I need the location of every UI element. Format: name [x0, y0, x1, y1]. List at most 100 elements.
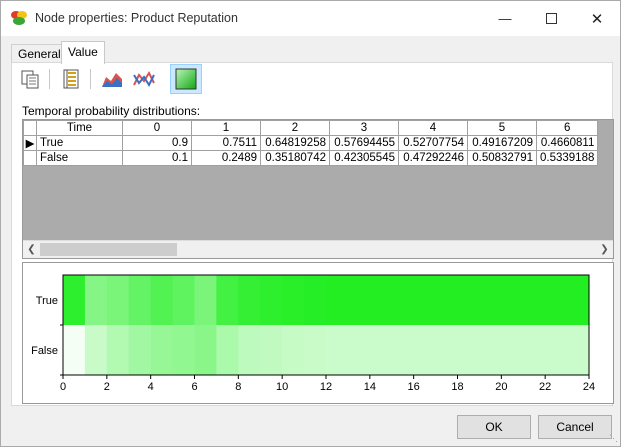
heatmap-cell	[150, 325, 174, 375]
table-cell[interactable]: 0.57694455	[329, 135, 399, 151]
line-chart-icon[interactable]	[130, 66, 158, 92]
table-header-row: Time 0 1 2 3 4 5 6	[23, 120, 599, 136]
table-cell[interactable]: 0.7511	[191, 135, 261, 151]
table-row[interactable]: ▶ True 0.9 0.7511 0.64819258 0.57694455 …	[23, 135, 599, 151]
tab-general[interactable]: General	[11, 44, 68, 63]
heatmap-cell	[304, 325, 327, 375]
heatmap-cell	[260, 325, 283, 375]
table-cell[interactable]: 0.4660811	[535, 135, 599, 151]
state-label: False	[36, 150, 123, 166]
heatmap-cell	[84, 325, 108, 375]
column-header[interactable]: 1	[191, 120, 261, 136]
table-view-icon[interactable]	[57, 66, 85, 92]
grid-caption: Temporal probability distributions:	[22, 104, 201, 118]
horizontal-scrollbar[interactable]: ❮ ❯	[23, 240, 613, 258]
heatmap-chart: True False 0 2 4 6 8 10 12 14 16 18 20 22 24	[22, 262, 614, 404]
heatmap-cell	[413, 325, 437, 375]
table-cell[interactable]: 0.2489	[191, 150, 261, 166]
state-axis-label: False	[31, 345, 58, 357]
column-header[interactable]: 2	[260, 120, 330, 136]
heatmap-cell	[128, 325, 152, 375]
column-header[interactable]: 4	[398, 120, 468, 136]
x-tick-label: 22	[539, 381, 551, 393]
heatmap-cell	[523, 275, 546, 325]
table-cell[interactable]: 0.5339188	[535, 150, 599, 166]
heatmap-cell	[457, 275, 480, 325]
heatmap-cell	[282, 275, 305, 325]
tab-value[interactable]: Value	[61, 41, 105, 64]
heatmap-cell	[150, 275, 174, 325]
cancel-button[interactable]: Cancel	[538, 415, 612, 439]
column-header[interactable]: 3	[329, 120, 399, 136]
table-cell[interactable]: 0.47292246	[398, 150, 468, 166]
heatmap-cell	[347, 275, 371, 325]
table-cell[interactable]: 0.9	[122, 135, 192, 151]
heatmap-cell	[63, 325, 86, 375]
x-tick-label: 20	[495, 381, 507, 393]
column-header[interactable]: Time	[36, 120, 123, 136]
scroll-right-icon[interactable]: ❯	[596, 241, 613, 258]
maximize-icon[interactable]	[528, 1, 574, 36]
probability-grid[interactable]: Time 0 1 2 3 4 5 6 ▶ True 0.9 0.7511 0.6…	[22, 119, 614, 259]
x-tick-label: 14	[364, 381, 376, 393]
table-cell[interactable]: 0.49167209	[467, 135, 537, 151]
heatmap-cell	[194, 275, 217, 325]
ok-button[interactable]: OK	[457, 415, 531, 439]
table-cell[interactable]: 0.52707754	[398, 135, 468, 151]
column-header[interactable]: 5	[467, 120, 537, 136]
heatmap-cell	[128, 275, 152, 325]
heatmap-cell	[545, 325, 568, 375]
column-header[interactable]: 6	[535, 120, 599, 136]
heatmap-cell	[63, 275, 86, 325]
heatmap-cell	[567, 275, 590, 325]
x-tick-label: 24	[583, 381, 595, 393]
table-row[interactable]: False 0.1 0.2489 0.35180742 0.42305545 0…	[23, 150, 599, 166]
heatmap-view-icon[interactable]	[170, 64, 202, 94]
heatmap-cell	[172, 275, 195, 325]
heatmap-cell	[391, 325, 415, 375]
table-cell[interactable]: 0.50832791	[467, 150, 537, 166]
corner-cell	[23, 120, 37, 136]
table-cell[interactable]: 0.42305545	[329, 150, 399, 166]
scroll-left-icon[interactable]: ❮	[23, 241, 40, 258]
scroll-thumb[interactable]	[40, 243, 177, 256]
state-axis-label: True	[36, 295, 58, 307]
area-chart-icon[interactable]	[98, 66, 126, 92]
x-tick-label: 6	[191, 381, 197, 393]
table-cell[interactable]: 0.64819258	[260, 135, 330, 151]
app-icon	[11, 11, 27, 25]
heatmap-cell	[238, 275, 261, 325]
resize-grip-icon[interactable]: ⋱	[609, 433, 618, 444]
heatmap-cell	[238, 325, 261, 375]
x-tick-label: 2	[104, 381, 110, 393]
heatmap-cell	[457, 325, 480, 375]
window-title: Node properties: Product Reputation	[35, 11, 238, 25]
state-label: True	[36, 135, 123, 151]
heatmap-cell	[260, 275, 283, 325]
x-tick-label: 12	[320, 381, 332, 393]
toolbar-separator	[49, 69, 50, 89]
close-icon[interactable]: ✕	[574, 1, 620, 36]
node-properties-dialog: Node properties: Product Reputation — ✕ …	[0, 0, 621, 447]
copy-icon[interactable]	[16, 66, 44, 92]
toolbar-separator	[90, 69, 91, 89]
heatmap-cell	[194, 325, 217, 375]
title-bar: Node properties: Product Reputation — ✕	[1, 1, 620, 36]
heatmap-cell	[369, 275, 393, 325]
heatmap-cell	[304, 275, 327, 325]
heatmap-cell	[391, 275, 415, 325]
heatmap-cell	[567, 325, 590, 375]
row-selector	[23, 150, 37, 166]
minimize-icon[interactable]: —	[482, 1, 528, 36]
heatmap-cell	[84, 275, 108, 325]
table-cell[interactable]: 0.1	[122, 150, 192, 166]
heatmap-cell	[106, 275, 130, 325]
heatmap-cell	[326, 325, 349, 375]
heatmap-svg: TrueFalse0 2 4 6 8 10 12 14 16 18 20 22 24	[31, 274, 595, 393]
x-tick-label: 4	[148, 381, 154, 393]
column-header[interactable]: 0	[122, 120, 192, 136]
table-cell[interactable]: 0.35180742	[260, 150, 330, 166]
heatmap-cell	[523, 325, 546, 375]
heatmap-cell	[435, 275, 458, 325]
heatmap-cell	[501, 275, 524, 325]
